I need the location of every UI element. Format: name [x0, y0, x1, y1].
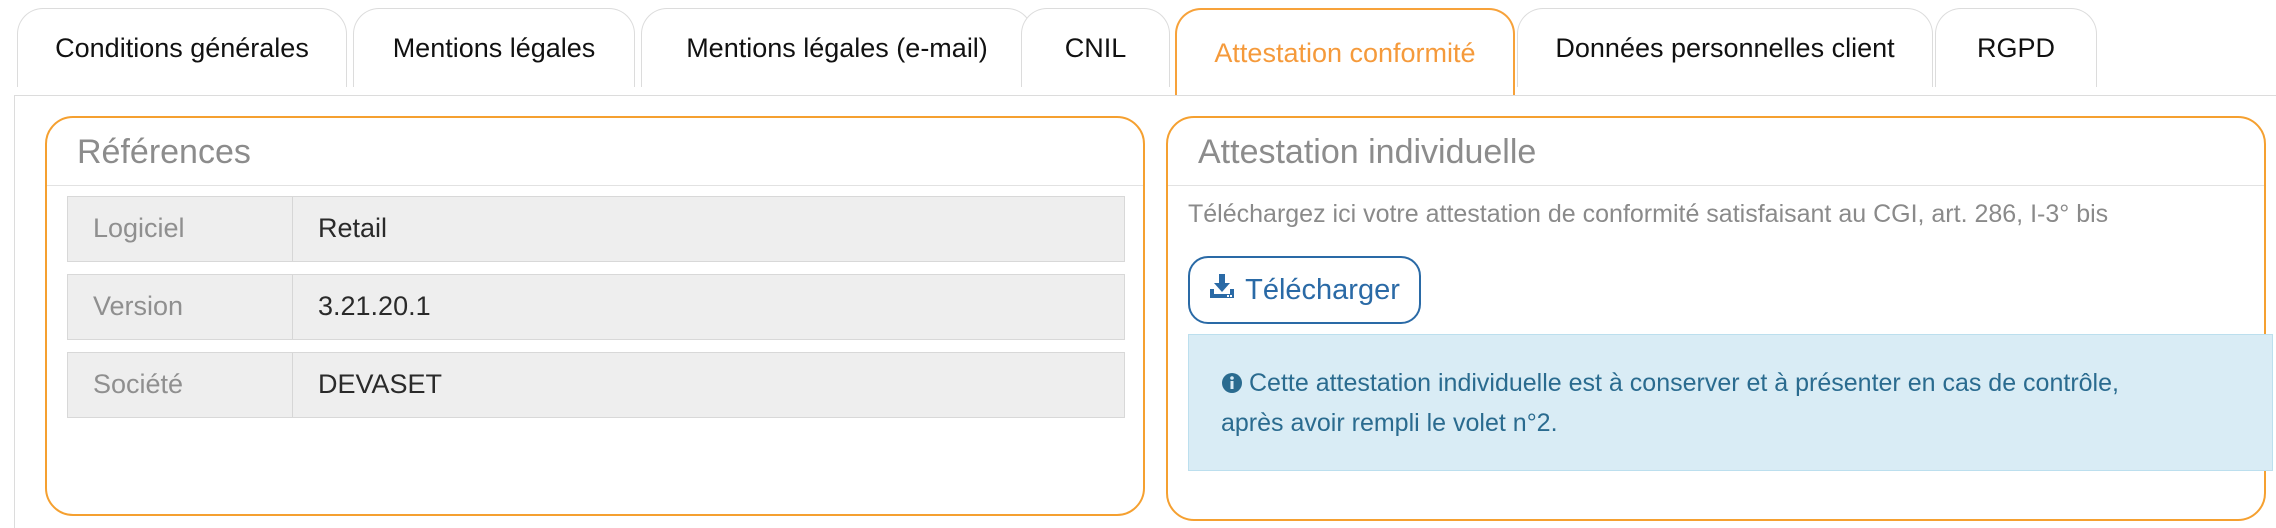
version-value: 3.21.20.1: [318, 291, 431, 321]
tab-rgpd[interactable]: RGPD: [1935, 8, 2097, 87]
societe-value: DEVASET: [318, 369, 443, 399]
table-row: Version 3.21.20.1: [67, 274, 1125, 340]
info-text-line2: après avoir rempli le volet n°2.: [1221, 409, 1558, 437]
tab-cnil[interactable]: CNIL: [1021, 8, 1170, 87]
societe-label: Société: [68, 353, 293, 417]
logiciel-value: Retail: [318, 213, 388, 243]
references-panel: Références Logiciel Retail Version 3.21.…: [45, 116, 1145, 516]
download-button[interactable]: Télécharger: [1188, 256, 1421, 324]
attestation-description: Téléchargez ici votre attestation de con…: [1188, 200, 2109, 228]
info-text-line1: Cette attestation individuelle est à con…: [1249, 369, 2119, 397]
info-circle-icon: [1221, 368, 1243, 405]
tab-content-border-left: [14, 95, 15, 528]
info-alert: Cette attestation individuelle est à con…: [1188, 334, 2273, 471]
tab-mentions-legales[interactable]: Mentions légales: [353, 8, 635, 87]
download-button-label: Télécharger: [1245, 273, 1400, 306]
attestation-title: Attestation individuelle: [1168, 118, 2264, 186]
version-label: Version: [68, 275, 293, 339]
tab-conditions-generales[interactable]: Conditions générales: [17, 8, 347, 87]
references-title: Références: [47, 118, 1143, 186]
table-row: Société DEVASET: [67, 352, 1125, 418]
tab-attestation-conformite[interactable]: Attestation conformité: [1175, 8, 1515, 96]
table-row: Logiciel Retail: [67, 196, 1125, 262]
attestation-panel: Attestation individuelle Téléchargez ici…: [1166, 116, 2273, 521]
tab-content-border: [14, 95, 2276, 96]
logiciel-label: Logiciel: [68, 197, 293, 261]
tab-mentions-legales-email[interactable]: Mentions légales (e-mail): [641, 8, 1033, 87]
tab-donnees-personnelles-client[interactable]: Données personnelles client: [1517, 8, 1933, 87]
download-icon: [1209, 273, 1235, 307]
